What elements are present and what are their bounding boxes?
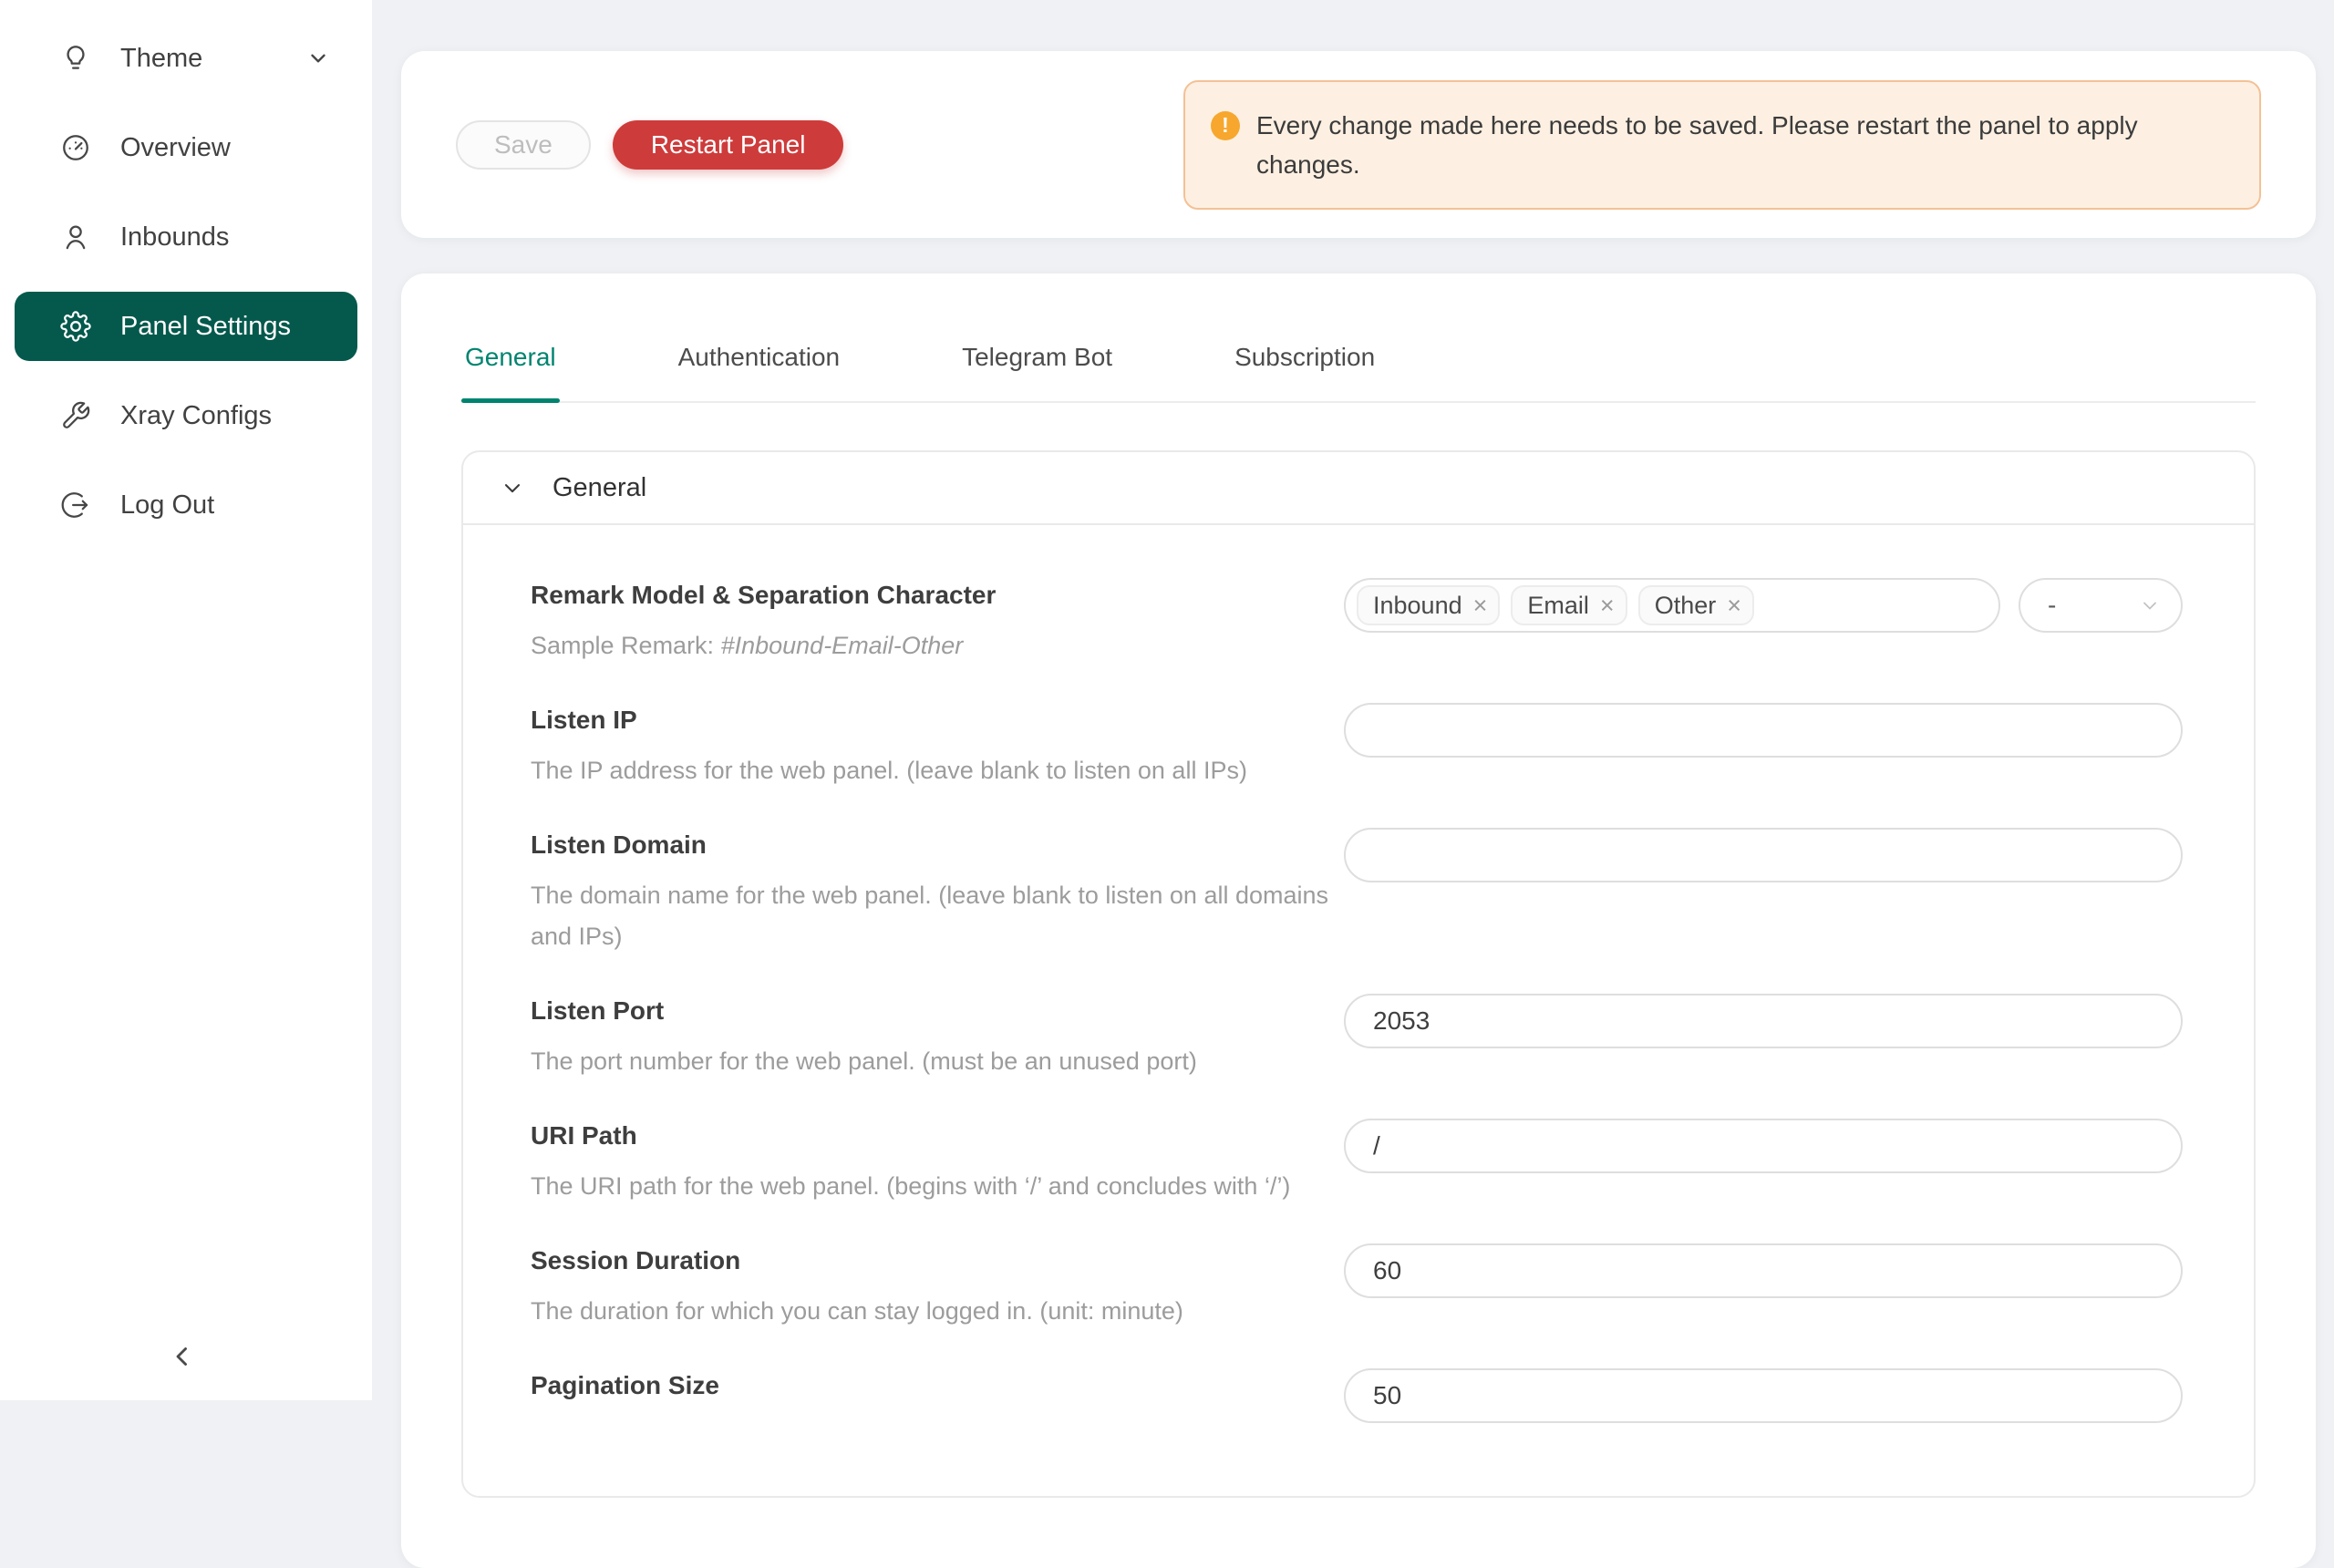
restart-warning-alert: ! Every change made here needs to be sav…: [1183, 80, 2261, 210]
remove-tag-icon[interactable]: ×: [1727, 593, 1741, 618]
form-row-pagination-size: Pagination Size: [531, 1368, 2183, 1423]
sidebar-item-panel-settings[interactable]: Panel Settings: [15, 292, 357, 361]
pagination-size-input[interactable]: [1344, 1368, 2183, 1423]
separator-select[interactable]: -: [2019, 578, 2183, 633]
sidebar-item-label: Log Out: [120, 490, 214, 521]
uri-path-input[interactable]: [1344, 1119, 2183, 1173]
sidebar-item-label: Inbounds: [120, 222, 229, 253]
sidebar-item-log-out[interactable]: Log Out: [15, 470, 357, 540]
sidebar-item-theme[interactable]: Theme: [15, 24, 357, 93]
general-form: Remark Model & Separation Character Samp…: [463, 525, 2254, 1496]
listen-port-input[interactable]: [1344, 994, 2183, 1048]
sidebar-item-overview[interactable]: Overview: [15, 113, 357, 182]
form-row-session-duration: Session Duration The duration for which …: [531, 1243, 2183, 1332]
general-collapse-panel: General Remark Model & Separation Charac…: [461, 450, 2256, 1498]
session-duration-input[interactable]: [1344, 1243, 2183, 1298]
warning-icon: !: [1211, 111, 1240, 140]
sidebar-item-xray-configs[interactable]: Xray Configs: [15, 381, 357, 450]
save-button[interactable]: Save: [456, 120, 591, 170]
sample-remark-value: #Inbound-Email-Other: [721, 632, 964, 659]
tag-label: Inbound: [1373, 592, 1462, 620]
field-description: The duration for which you can stay logg…: [531, 1291, 1342, 1332]
field-description: The domain name for the web panel. (leav…: [531, 875, 1342, 957]
field-description: The URI path for the web panel. (begins …: [531, 1166, 1342, 1207]
alert-text: Every change made here needs to be saved…: [1256, 106, 2241, 184]
field-label: Listen IP: [531, 703, 1342, 738]
field-label: URI Path: [531, 1119, 1342, 1153]
sidebar: Theme Overview Inbounds: [0, 0, 372, 1400]
field-label: Listen Port: [531, 994, 1342, 1028]
tag-other: Other ×: [1638, 585, 1754, 625]
tab-telegram-bot[interactable]: Telegram Bot: [958, 325, 1116, 401]
remove-tag-icon[interactable]: ×: [1600, 593, 1615, 618]
sidebar-item-label: Theme: [120, 44, 202, 74]
sidebar-collapse-button[interactable]: [157, 1331, 208, 1382]
tab-authentication[interactable]: Authentication: [675, 325, 843, 401]
restart-panel-button[interactable]: Restart Panel: [613, 120, 844, 170]
tag-label: Other: [1655, 592, 1717, 620]
tag-label: Email: [1527, 592, 1589, 620]
toolbar-card: Save Restart Panel ! Every change made h…: [401, 51, 2316, 238]
sample-remark-prefix: Sample Remark:: [531, 632, 721, 659]
sidebar-item-inbounds[interactable]: Inbounds: [15, 202, 357, 272]
logout-icon: [60, 490, 91, 521]
field-label: Listen Domain: [531, 828, 1342, 862]
settings-card: General Authentication Telegram Bot Subs…: [401, 273, 2316, 1568]
remark-model-multiselect[interactable]: Inbound × Email × Other ×: [1344, 578, 2000, 633]
listen-ip-input[interactable]: [1344, 703, 2183, 758]
form-row-listen-port: Listen Port The port number for the web …: [531, 994, 2183, 1082]
tag-inbound: Inbound ×: [1357, 585, 1500, 625]
sidebar-item-label: Panel Settings: [120, 312, 291, 342]
field-label: Remark Model & Separation Character: [531, 578, 1342, 613]
tab-general[interactable]: General: [461, 325, 560, 401]
main-content: Save Restart Panel ! Every change made h…: [372, 0, 2334, 1400]
remove-tag-icon[interactable]: ×: [1473, 593, 1488, 618]
tab-subscription[interactable]: Subscription: [1231, 325, 1379, 401]
chevron-down-icon: [2139, 594, 2161, 616]
general-collapse-header[interactable]: General: [463, 452, 2254, 525]
chevron-down-icon: [500, 475, 525, 500]
lightbulb-icon: [60, 43, 91, 74]
gauge-icon: [60, 132, 91, 163]
sidebar-item-label: Xray Configs: [120, 401, 272, 431]
field-label: Pagination Size: [531, 1368, 1342, 1403]
wrench-icon: [60, 400, 91, 431]
field-description: The IP address for the web panel. (leave…: [531, 750, 1342, 791]
chevron-down-icon: [306, 46, 330, 70]
form-row-uri-path: URI Path The URI path for the web panel.…: [531, 1119, 2183, 1207]
form-row-remark-model: Remark Model & Separation Character Samp…: [531, 578, 2183, 666]
separator-select-value: -: [2048, 591, 2056, 620]
sidebar-item-label: Overview: [120, 133, 231, 163]
field-label: Session Duration: [531, 1243, 1342, 1278]
field-description: The port number for the web panel. (must…: [531, 1041, 1342, 1082]
user-icon: [60, 222, 91, 253]
gear-icon: [60, 311, 91, 342]
form-row-listen-ip: Listen IP The IP address for the web pan…: [531, 703, 2183, 791]
tag-email: Email ×: [1511, 585, 1627, 625]
form-row-listen-domain: Listen Domain The domain name for the we…: [531, 828, 2183, 957]
section-title: General: [553, 473, 646, 503]
settings-tabs: General Authentication Telegram Bot Subs…: [461, 325, 2256, 403]
listen-domain-input[interactable]: [1344, 828, 2183, 882]
field-description: Sample Remark: #Inbound-Email-Other: [531, 625, 1342, 666]
sidebar-nav: Theme Overview Inbounds: [0, 24, 372, 540]
chevron-left-icon: [167, 1341, 198, 1372]
